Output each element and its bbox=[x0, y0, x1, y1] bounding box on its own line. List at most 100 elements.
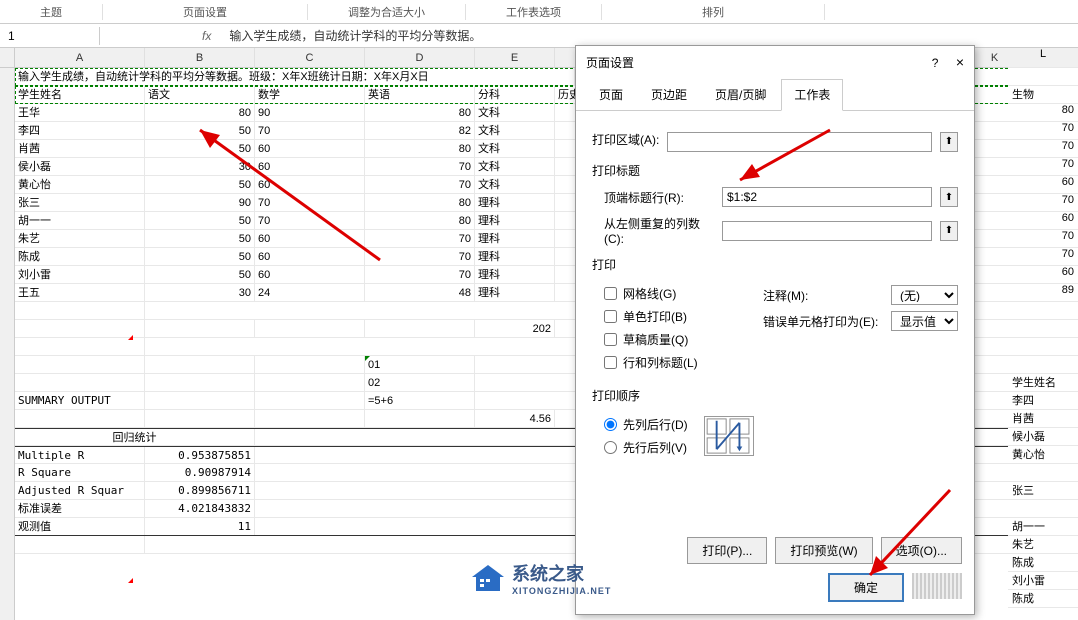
cell[interactable] bbox=[1008, 302, 1078, 320]
range-picker-icon[interactable]: ⬆ bbox=[940, 221, 958, 241]
top-rows-input[interactable] bbox=[722, 187, 932, 207]
tab-page[interactable]: 页面 bbox=[586, 79, 636, 110]
cell[interactable]: 70 bbox=[255, 122, 365, 139]
col-header[interactable]: E bbox=[475, 48, 555, 67]
cell[interactable]: 60 bbox=[255, 158, 365, 175]
stat-value[interactable]: 0.90987914 bbox=[145, 464, 255, 481]
resize-grip-icon[interactable] bbox=[912, 573, 962, 599]
cell[interactable]: 刘小雷 bbox=[15, 266, 145, 283]
col-header[interactable]: C bbox=[255, 48, 365, 67]
cell[interactable]: 70 bbox=[255, 194, 365, 211]
cell[interactable] bbox=[1008, 356, 1078, 374]
cell[interactable]: 80 bbox=[1008, 104, 1078, 122]
cell[interactable]: 70 bbox=[365, 176, 475, 193]
fx-icon[interactable]: fx bbox=[190, 29, 223, 43]
cell[interactable]: 朱艺 bbox=[1008, 536, 1078, 554]
cell[interactable]: 文科 bbox=[475, 176, 555, 193]
cell[interactable]: 李四 bbox=[1008, 392, 1078, 410]
cell[interactable]: 50 bbox=[145, 230, 255, 247]
cell[interactable]: 王五 bbox=[15, 284, 145, 301]
cell[interactable]: 学生姓名 bbox=[1008, 374, 1078, 392]
cell[interactable]: 50 bbox=[145, 248, 255, 265]
stat-label[interactable]: R Square bbox=[15, 464, 145, 481]
cell[interactable]: 肖茜 bbox=[15, 140, 145, 157]
stat-label[interactable]: Adjusted R Squar bbox=[15, 482, 145, 499]
cell[interactable] bbox=[1008, 500, 1078, 518]
cell[interactable] bbox=[1008, 464, 1078, 482]
tab-margins[interactable]: 页边距 bbox=[638, 79, 700, 110]
header-cell[interactable]: 语文 bbox=[145, 86, 255, 103]
cell[interactable]: 胡一一 bbox=[1008, 518, 1078, 536]
range-picker-icon[interactable]: ⬆ bbox=[940, 132, 958, 152]
help-icon[interactable]: ? bbox=[932, 56, 939, 70]
ok-button[interactable]: 确定 bbox=[828, 573, 904, 602]
bw-checkbox[interactable]: 单色打印(B) bbox=[604, 308, 723, 325]
cell[interactable]: 50 bbox=[145, 122, 255, 139]
title-cell[interactable]: 输入学生成绩，自动统计学科的平均分等数据。班级：X年X班统计日期：X年X月X日 bbox=[15, 68, 575, 85]
col-header[interactable]: L bbox=[1008, 48, 1078, 68]
cell[interactable]: 70 bbox=[255, 212, 365, 229]
header-cell[interactable]: 学生姓名 bbox=[15, 86, 145, 103]
cell[interactable]: SUMMARY OUTPUT bbox=[15, 392, 145, 409]
cell[interactable]: =5+6 bbox=[365, 392, 475, 409]
cell[interactable]: 刘小雷 bbox=[1008, 572, 1078, 590]
cell[interactable]: 70 bbox=[365, 248, 475, 265]
stat-value[interactable]: 4.021843832 bbox=[145, 500, 255, 517]
cell[interactable]: 80 bbox=[365, 212, 475, 229]
cell[interactable]: 30 bbox=[145, 284, 255, 301]
col-header[interactable]: A bbox=[15, 48, 145, 67]
cell[interactable]: 50 bbox=[145, 212, 255, 229]
cell[interactable]: 张三 bbox=[15, 194, 145, 211]
cell[interactable]: 文科 bbox=[475, 140, 555, 157]
comments-combo[interactable]: (无) bbox=[891, 285, 958, 305]
cell[interactable]: 90 bbox=[145, 194, 255, 211]
cell[interactable]: 70 bbox=[1008, 140, 1078, 158]
cell[interactable]: 80 bbox=[145, 104, 255, 121]
cell[interactable]: 70 bbox=[1008, 194, 1078, 212]
cell[interactable]: 60 bbox=[255, 248, 365, 265]
header-cell[interactable]: 分科 bbox=[475, 86, 555, 103]
stat-label[interactable]: 观测值 bbox=[15, 518, 145, 535]
cell[interactable]: 60 bbox=[1008, 212, 1078, 230]
cell[interactable]: 王华 bbox=[15, 104, 145, 121]
cell[interactable]: 理科 bbox=[475, 266, 555, 283]
cell[interactable]: 50 bbox=[145, 176, 255, 193]
cell[interactable]: 4.56 bbox=[475, 410, 555, 427]
cell[interactable]: 理科 bbox=[475, 284, 555, 301]
cell[interactable]: 50 bbox=[145, 266, 255, 283]
cell[interactable]: 60 bbox=[1008, 266, 1078, 284]
tab-header-footer[interactable]: 页眉/页脚 bbox=[702, 79, 779, 110]
cell[interactable]: 60 bbox=[1008, 176, 1078, 194]
cell[interactable]: 理科 bbox=[475, 248, 555, 265]
cell[interactable]: 30 bbox=[145, 158, 255, 175]
name-box[interactable]: 1 bbox=[0, 27, 100, 45]
stat-value[interactable]: 0.899856711 bbox=[145, 482, 255, 499]
cell[interactable]: 理科 bbox=[475, 194, 555, 211]
gridlines-checkbox[interactable]: 网格线(G) bbox=[604, 285, 723, 302]
cell[interactable]: 文科 bbox=[475, 122, 555, 139]
print-area-input[interactable] bbox=[667, 132, 932, 152]
cell[interactable]: 理科 bbox=[475, 230, 555, 247]
cell[interactable]: 80 bbox=[365, 194, 475, 211]
cell[interactable]: 70 bbox=[1008, 122, 1078, 140]
options-button[interactable]: 选项(O)... bbox=[881, 537, 962, 564]
cell[interactable]: 黄心怡 bbox=[1008, 446, 1078, 464]
cell[interactable]: 80 bbox=[365, 104, 475, 121]
cell[interactable]: 70 bbox=[365, 158, 475, 175]
cell[interactable]: 82 bbox=[365, 122, 475, 139]
cell[interactable] bbox=[1008, 68, 1078, 86]
cell[interactable]: 70 bbox=[365, 266, 475, 283]
cell[interactable] bbox=[1008, 320, 1078, 338]
cell[interactable]: 24 bbox=[255, 284, 365, 301]
cell[interactable]: 60 bbox=[255, 176, 365, 193]
cell[interactable]: 朱艺 bbox=[15, 230, 145, 247]
cell[interactable]: 70 bbox=[1008, 248, 1078, 266]
range-picker-icon[interactable]: ⬆ bbox=[940, 187, 958, 207]
left-cols-input[interactable] bbox=[722, 221, 932, 241]
cell[interactable]: 89 bbox=[1008, 284, 1078, 302]
header-cell[interactable]: 英语 bbox=[365, 86, 475, 103]
cell[interactable]: 文科 bbox=[475, 104, 555, 121]
cell[interactable]: 70 bbox=[1008, 230, 1078, 248]
cell[interactable]: 202 bbox=[475, 320, 555, 337]
cell[interactable]: 陈成 bbox=[1008, 554, 1078, 572]
